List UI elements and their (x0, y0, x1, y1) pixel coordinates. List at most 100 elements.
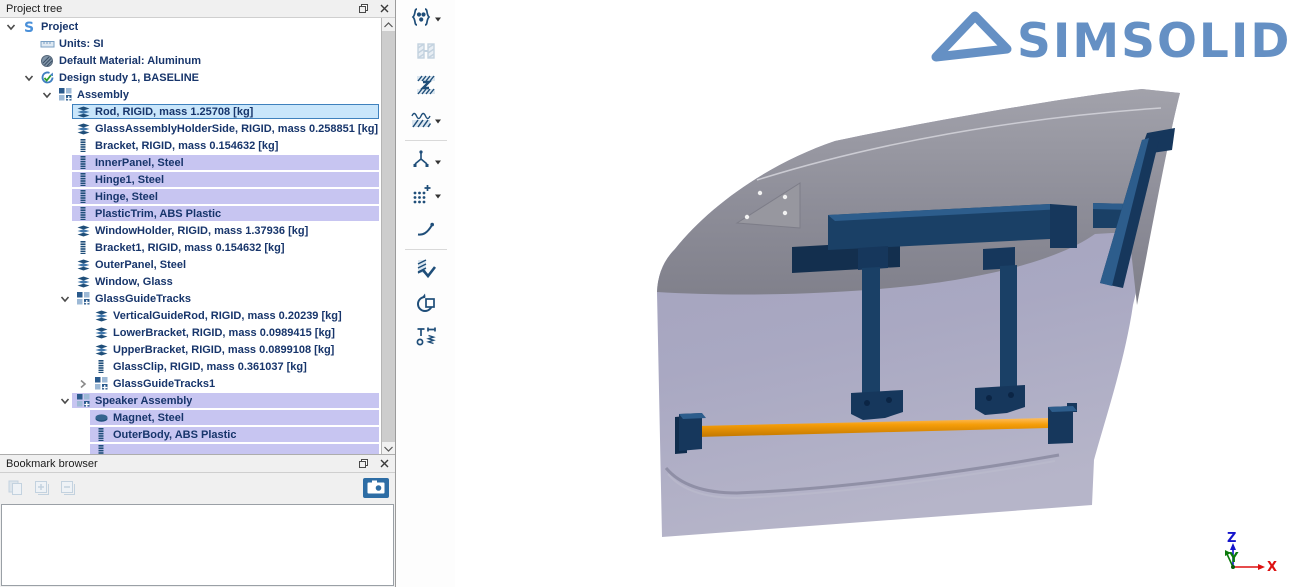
apply-check-button[interactable] (413, 256, 439, 285)
tree-row-body[interactable]: GlassGuideTracks (72, 291, 379, 306)
tree-row[interactable]: WindowHolder, RIGID, mass 1.37936 [kg] (0, 222, 395, 239)
rod-end-cap-left[interactable] (675, 413, 706, 454)
tree-row[interactable]: GlassClip, RIGID, mass 0.361037 [kg] (0, 358, 395, 375)
tree-row[interactable] (0, 443, 395, 455)
tree-row-body[interactable]: Assembly (54, 87, 379, 102)
tree-row-body[interactable]: OuterBody, ABS Plastic (90, 427, 379, 442)
tree-row[interactable]: OuterBody, ABS Plastic (0, 426, 395, 443)
tree-row[interactable]: SProject (0, 18, 395, 35)
tree-row[interactable]: LowerBracket, RIGID, mass 0.0989415 [kg] (0, 324, 395, 341)
bolt-spring-icon (414, 325, 438, 352)
tree-row[interactable]: Units: SI (0, 35, 395, 52)
dropdown-arrow-icon[interactable] (434, 113, 442, 128)
tree-row-body[interactable]: LowerBracket, RIGID, mass 0.0989415 [kg] (90, 325, 379, 340)
tree-row-label: GlassAssemblyHolderSide, RIGID, mass 0.2… (95, 123, 378, 135)
tree-row-body[interactable]: OuterPanel, Steel (72, 257, 379, 272)
ruler-icon (39, 37, 55, 51)
smooth-curve-button[interactable] (413, 215, 439, 244)
tree-row-body[interactable]: Magnet, Steel (90, 410, 379, 425)
tree-row-body[interactable]: UpperBracket, RIGID, mass 0.0899108 [kg] (90, 342, 379, 357)
tree-row[interactable]: GlassGuideTracks1 (0, 375, 395, 392)
tree-row[interactable]: Default Material: Aluminum (0, 52, 395, 69)
contact-disabled-button (413, 38, 439, 67)
chevron-down-icon[interactable] (40, 89, 54, 101)
tree-row-body[interactable]: Design study 1, BASELINE (36, 70, 379, 85)
tree-row[interactable]: Bracket, RIGID, mass 0.154632 [kg] (0, 137, 395, 154)
part-coil-icon (93, 359, 109, 374)
tree-row-body[interactable]: Units: SI (36, 36, 379, 51)
pick-points-button[interactable] (408, 181, 443, 210)
tree-row[interactable]: Rod, RIGID, mass 1.25708 [kg] (0, 103, 395, 120)
tree-row-body[interactable]: Bracket, RIGID, mass 0.154632 [kg] (72, 138, 379, 153)
tree-row[interactable]: Magnet, Steel (0, 409, 395, 426)
tree-row-body[interactable]: InnerPanel, Steel (72, 155, 379, 170)
part-coil-icon (75, 138, 91, 153)
tree-row[interactable]: UpperBracket, RIGID, mass 0.0899108 [kg] (0, 341, 395, 358)
tree-row-body[interactable]: GlassClip, RIGID, mass 0.361037 [kg] (90, 359, 379, 374)
tree-row-body[interactable] (90, 444, 379, 455)
close-icon[interactable] (377, 457, 391, 471)
tree-row[interactable]: GlassAssemblyHolderSide, RIGID, mass 0.2… (0, 120, 395, 137)
snapshot-camera-button[interactable] (363, 478, 389, 498)
tree-row[interactable]: Bracket1, RIGID, mass 0.154632 [kg] (0, 239, 395, 256)
tree-row[interactable]: Design study 1, BASELINE (0, 69, 395, 86)
tree-row-label: InnerPanel, Steel (95, 157, 184, 169)
chevron-down-icon[interactable] (58, 395, 72, 407)
connections-group-button[interactable] (408, 4, 443, 33)
tree-row-body[interactable]: Speaker Assembly (72, 393, 379, 408)
tree-row[interactable]: Hinge1, Steel (0, 171, 395, 188)
tree-row[interactable]: InnerPanel, Steel (0, 154, 395, 171)
scroll-down-icon[interactable] (382, 442, 395, 455)
tree-row-body[interactable]: SProject (18, 19, 379, 34)
tree-row-body[interactable]: Bracket1, RIGID, mass 0.154632 [kg] (72, 240, 379, 255)
review-rotate-button[interactable] (413, 290, 439, 319)
tree-row-body[interactable]: Default Material: Aluminum (36, 53, 379, 68)
tree-row-label: Assembly (77, 89, 129, 101)
hatch-wave-button[interactable] (408, 106, 443, 135)
tree-row[interactable]: GlassGuideTracks (0, 290, 395, 307)
tree-row[interactable]: Speaker Assembly (0, 392, 395, 409)
tree-row-label: OuterBody, ABS Plastic (113, 429, 236, 441)
tree-row-body[interactable]: Window, Glass (72, 274, 379, 289)
bookmark-buttons (6, 478, 78, 498)
tree-row[interactable]: OuterPanel, Steel (0, 256, 395, 273)
dropdown-arrow-icon[interactable] (434, 188, 442, 203)
tree-row-body[interactable]: Rod, RIGID, mass 1.25708 [kg] (72, 104, 379, 119)
chevron-right-icon[interactable] (76, 378, 90, 390)
rod-end-cap-right[interactable] (1048, 403, 1077, 444)
tree-row-body[interactable]: VerticalGuideRod, RIGID, mass 0.20239 [k… (90, 308, 379, 323)
tree-row-body[interactable]: WindowHolder, RIGID, mass 1.37936 [kg] (72, 223, 379, 238)
tree-row[interactable]: VerticalGuideRod, RIGID, mass 0.20239 [k… (0, 307, 395, 324)
tree-row[interactable]: PlasticTrim, ABS Plastic (0, 205, 395, 222)
dropdown-arrow-icon[interactable] (434, 11, 442, 26)
chevron-down-icon[interactable] (4, 21, 18, 33)
chevron-down-icon[interactable] (58, 293, 72, 305)
bookmark-list[interactable] (1, 504, 394, 586)
chevron-down-icon[interactable] (22, 72, 36, 84)
tree-row[interactable]: Hinge, Steel (0, 188, 395, 205)
tree-row-body[interactable]: Hinge1, Steel (72, 172, 379, 187)
part-stack-icon (75, 258, 91, 272)
virtual-connector-button[interactable] (408, 147, 443, 176)
bolt-spring-button[interactable] (413, 324, 439, 353)
3d-viewport[interactable]: SIMSOLID (455, 0, 1301, 587)
scroll-up-icon[interactable] (382, 18, 395, 31)
tree-row-body[interactable]: PlasticTrim, ABS Plastic (72, 206, 379, 221)
tree-row-body[interactable]: GlassGuideTracks1 (90, 376, 379, 391)
tree-row-label: Project (41, 21, 78, 33)
float-panel-icon[interactable] (356, 457, 370, 471)
dropdown-arrow-icon[interactable] (434, 154, 442, 169)
tree-row[interactable]: Assembly (0, 86, 395, 103)
tree-scrollbar[interactable] (381, 18, 395, 455)
tree-row-body[interactable]: GlassAssemblyHolderSide, RIGID, mass 0.2… (72, 121, 379, 136)
toolbar-separator (405, 249, 447, 250)
left-dock: Project tree SProjectUnits: SIDefault Ma… (0, 0, 396, 587)
tree-row[interactable]: Window, Glass (0, 273, 395, 290)
part-stack-icon (75, 224, 91, 238)
tree-row-body[interactable]: Hinge, Steel (72, 189, 379, 204)
connections-group-icon (409, 5, 433, 32)
door-assembly-model[interactable] (657, 89, 1180, 537)
close-icon[interactable] (377, 2, 391, 16)
float-panel-icon[interactable] (356, 2, 370, 16)
contact-conditions-button[interactable] (413, 72, 439, 101)
